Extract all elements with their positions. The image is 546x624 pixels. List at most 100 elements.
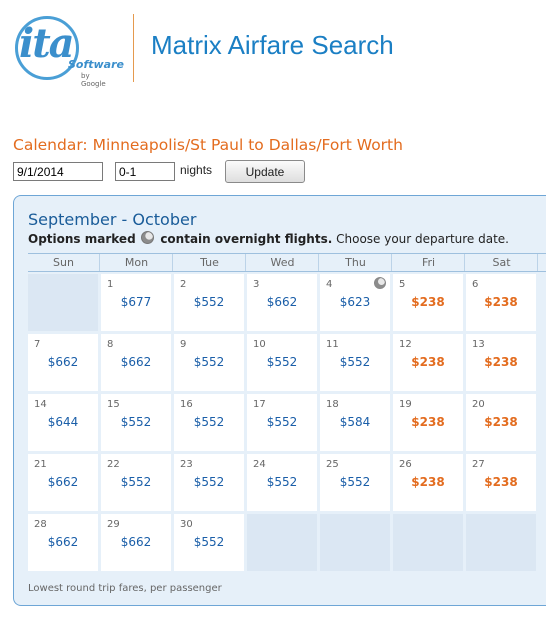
calendar-day-cell[interactable]: 8 $662 [101,334,171,391]
day-number: 23 [180,459,193,470]
calendar-day-cell[interactable]: 3 $662 [247,274,317,331]
fare-price-link[interactable]: $662 [101,535,171,549]
fare-price-link[interactable]: $552 [174,475,244,489]
fare-price-link[interactable]: $238 [466,295,536,309]
calendar-day-cell[interactable]: 28 $662 [28,514,98,571]
day-number: 7 [34,339,41,350]
calendar-day-cell[interactable]: 14 $644 [28,394,98,451]
calendar-day-cell[interactable]: 1 $677 [101,274,171,331]
day-number: 12 [399,339,412,350]
fare-price-link[interactable]: $238 [393,355,463,369]
calendar-day-cell[interactable]: 24 $552 [247,454,317,511]
day-number: 10 [253,339,266,350]
calendar-day-cell[interactable]: 7 $662 [28,334,98,391]
fare-price-link[interactable]: $552 [101,415,171,429]
day-number: 25 [326,459,339,470]
overnight-moon-icon [141,231,155,244]
calendar-day-cell[interactable]: 11 $552 [320,334,390,391]
nights-label: nights [180,163,213,177]
app-title: Matrix Airfare Search [151,30,394,60]
fare-price-link[interactable]: $677 [101,295,171,309]
calendar-day-cell[interactable]: 10 $552 [247,334,317,391]
calendar-day-cell[interactable]: 4 $623 [320,274,390,331]
calendar-day-cell[interactable]: 20 $238 [466,394,536,451]
day-number: 9 [180,339,187,350]
fare-price-link[interactable]: $552 [320,355,390,369]
calendar-day-cell[interactable]: 25 $552 [320,454,390,511]
fare-price-link[interactable]: $238 [393,475,463,489]
calendar-day-cell[interactable]: 21 $662 [28,454,98,511]
day-number: 19 [399,399,412,410]
calendar-day-cell[interactable]: 23 $552 [174,454,244,511]
day-number: 5 [399,279,406,290]
fare-price-link[interactable]: $662 [247,295,317,309]
day-number: 15 [107,399,120,410]
day-header-row: Sun Mon Tue Wed Thu Fri Sat [28,253,546,272]
fare-price-link[interactable]: $552 [247,415,317,429]
fare-price-link[interactable]: $662 [28,355,98,369]
calendar-day-cell[interactable]: 6 $238 [466,274,536,331]
day-number: 2 [180,279,187,290]
fare-price-link[interactable]: $552 [247,475,317,489]
day-number: 8 [107,339,114,350]
calendar-day-cell[interactable]: 26 $238 [393,454,463,511]
fare-price-link[interactable]: $552 [174,295,244,309]
day-number: 11 [326,339,339,350]
fare-price-link[interactable]: $552 [174,355,244,369]
fare-price-link[interactable]: $238 [466,355,536,369]
update-button[interactable]: Update [225,160,305,183]
day-number: 18 [326,399,339,410]
departure-date-input[interactable] [13,162,103,181]
day-number: 4 [326,279,333,290]
day-number: 21 [34,459,47,470]
day-header-sun: Sun [28,254,100,271]
fare-price-link[interactable]: $584 [320,415,390,429]
day-header-wed: Wed [247,254,319,271]
fare-price-link[interactable]: $238 [466,475,536,489]
fare-price-link[interactable]: $552 [174,535,244,549]
fare-price-link[interactable]: $662 [28,535,98,549]
fare-price-link[interactable]: $662 [101,355,171,369]
day-number: 1 [107,279,114,290]
day-number: 30 [180,519,193,530]
calendar-day-cell[interactable]: 29 $662 [101,514,171,571]
calendar-day-cell[interactable]: 18 $584 [320,394,390,451]
calendar-cell-empty [320,514,390,571]
calendar-day-cell[interactable]: 27 $238 [466,454,536,511]
fare-price-link[interactable]: $552 [174,415,244,429]
calendar-day-cell[interactable]: 15 $552 [101,394,171,451]
calendar-day-cell[interactable]: 22 $552 [101,454,171,511]
calendar-day-cell[interactable]: 12 $238 [393,334,463,391]
ita-software-logo[interactable]: ita Software by Google [13,14,124,88]
logo-by: by Google [81,72,106,88]
nights-input[interactable] [115,162,175,181]
fare-price-link[interactable]: $552 [320,475,390,489]
options-bold-text-2: contain overnight flights. [160,232,333,246]
day-header-tue: Tue [174,254,246,271]
overnight-moon-icon [374,277,386,289]
fare-price-link[interactable]: $623 [320,295,390,309]
fare-price-link[interactable]: $662 [28,475,98,489]
day-header-thu: Thu [320,254,392,271]
calendar-cell-empty [247,514,317,571]
month-title: September - October [28,210,197,229]
calendar-day-cell[interactable]: 2 $552 [174,274,244,331]
fare-price-link[interactable]: $238 [393,415,463,429]
fare-price-link[interactable]: $238 [466,415,536,429]
calendar-day-cell[interactable]: 16 $552 [174,394,244,451]
calendar-day-cell[interactable]: 30 $552 [174,514,244,571]
fare-price-link[interactable]: $552 [247,355,317,369]
calendar-day-cell[interactable]: 9 $552 [174,334,244,391]
calendar-day-cell[interactable]: 19 $238 [393,394,463,451]
calendar-day-cell[interactable]: 13 $238 [466,334,536,391]
day-header-sat: Sat [466,254,538,271]
day-number: 27 [472,459,485,470]
calendar-day-cell[interactable]: 5 $238 [393,274,463,331]
day-number: 17 [253,399,266,410]
fare-price-link[interactable]: $644 [28,415,98,429]
day-number: 14 [34,399,47,410]
fare-price-link[interactable]: $552 [101,475,171,489]
day-number: 29 [107,519,120,530]
calendar-day-cell[interactable]: 17 $552 [247,394,317,451]
fare-price-link[interactable]: $238 [393,295,463,309]
